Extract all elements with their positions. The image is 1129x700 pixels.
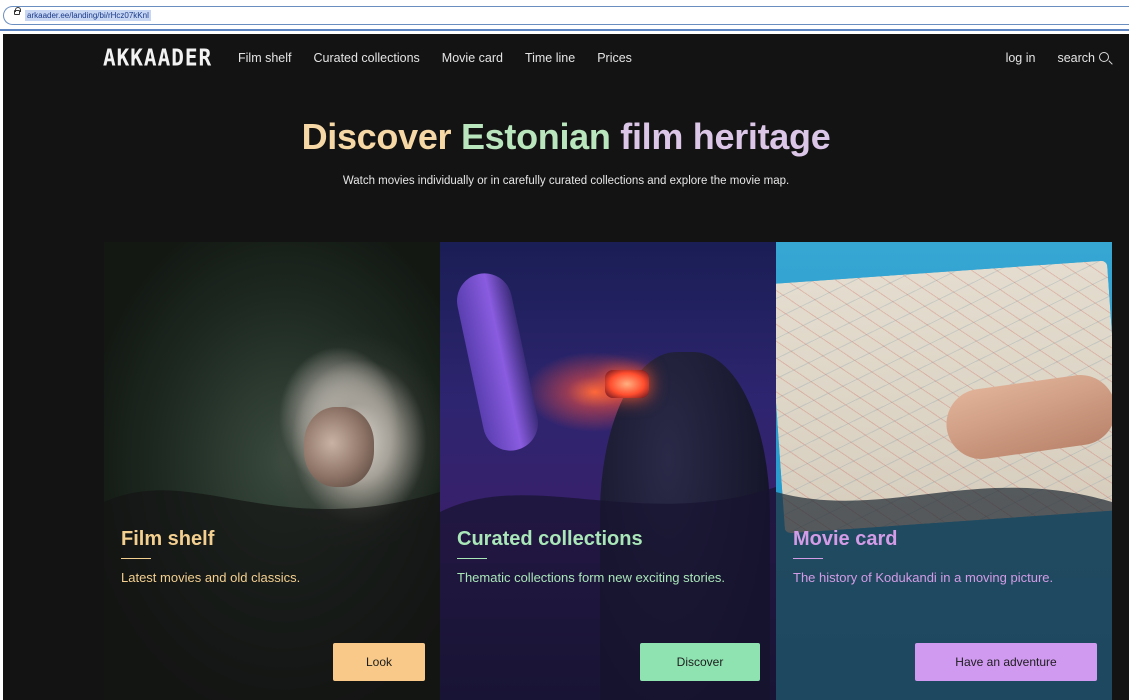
site-logo[interactable]: AKKAADER: [103, 45, 212, 71]
card-description: Thematic collections form new exciting s…: [457, 570, 726, 585]
hero-title: Discover Estonian film heritage: [3, 116, 1129, 158]
address-bar-divider: [0, 29, 1129, 31]
card-divider: [793, 558, 823, 559]
nav-link-time-line[interactable]: Time line: [525, 51, 575, 65]
search-button[interactable]: search: [1057, 51, 1109, 65]
url-text[interactable]: arkaader.ee/landing/bi/rHcz07kKnl: [25, 10, 151, 21]
hero-title-part2: Estonian: [460, 116, 611, 157]
lock-icon: [14, 7, 21, 15]
search-label: search: [1057, 51, 1095, 65]
nav-link-curated-collections[interactable]: Curated collections: [313, 51, 419, 65]
search-icon: [1099, 52, 1109, 62]
vr-headset-glow: [605, 370, 649, 398]
nav-link-film-shelf[interactable]: Film shelf: [238, 51, 291, 65]
card-title: Curated collections: [457, 528, 643, 550]
top-navigation: AKKAADER Film shelf Curated collections …: [3, 34, 1129, 82]
card-divider: [457, 558, 487, 559]
page: AKKAADER Film shelf Curated collections …: [3, 34, 1129, 700]
hero-title-part1: Discover: [301, 116, 452, 157]
look-button[interactable]: Look: [333, 643, 425, 681]
card-movie-card[interactable]: Movie card The history of Kodukandi in a…: [776, 242, 1112, 700]
nav-link-movie-card[interactable]: Movie card: [442, 51, 503, 65]
card-description: Latest movies and old classics.: [121, 570, 301, 585]
card-title: Film shelf: [121, 528, 215, 550]
nav-actions: log in search: [1006, 51, 1109, 65]
nav-link-prices[interactable]: Prices: [597, 51, 632, 65]
browser-address-bar: arkaader.ee/landing/bi/rHcz07kKnl: [0, 0, 1129, 31]
card-curated-collections[interactable]: Curated collections Thematic collections…: [440, 242, 776, 700]
card-film-shelf[interactable]: Film shelf Latest movies and old classic…: [104, 242, 440, 700]
have-an-adventure-button[interactable]: Have an adventure: [915, 643, 1097, 681]
hero-subtitle: Watch movies individually or in carefull…: [342, 175, 790, 187]
nav-links: Film shelf Curated collections Movie car…: [238, 51, 654, 65]
hero-title-part3: film heritage: [620, 116, 831, 157]
card-description: The history of Kodukandi in a moving pic…: [793, 570, 1054, 585]
card-title: Movie card: [793, 528, 898, 550]
login-link[interactable]: log in: [1006, 51, 1036, 65]
card-divider: [121, 558, 151, 559]
url-field[interactable]: arkaader.ee/landing/bi/rHcz07kKnl: [3, 6, 1129, 25]
discover-button[interactable]: Discover: [640, 643, 760, 681]
